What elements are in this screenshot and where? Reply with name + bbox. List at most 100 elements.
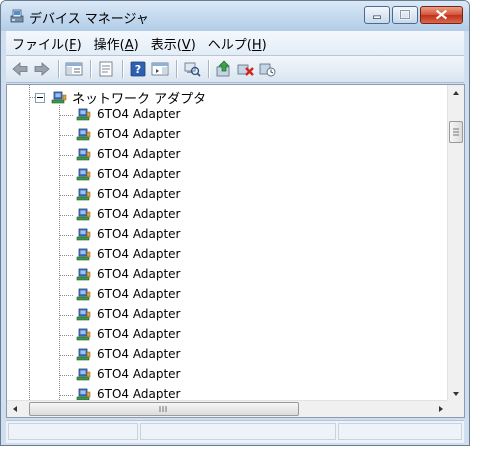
network-adapter-icon xyxy=(76,168,91,181)
tree-item-6to4-adapter[interactable]: 6TO4 Adapter xyxy=(7,345,447,365)
tree-item-6to4-adapter[interactable]: 6TO4 Adapter xyxy=(7,185,447,205)
network-adapter-icon xyxy=(76,228,91,241)
device-manager-icon xyxy=(10,9,24,23)
tree-item-6to4-adapter[interactable]: 6TO4 Adapter xyxy=(7,145,447,165)
menu-help-label: ヘルプ( xyxy=(207,37,252,53)
tree-item-label: 6TO4 Adapter xyxy=(97,287,181,301)
tree-item-6to4-adapter[interactable]: 6TO4 Adapter xyxy=(7,125,447,145)
properties-icon[interactable] xyxy=(96,60,116,78)
vertical-scrollbar[interactable] xyxy=(447,85,464,402)
menu-file-end: ) xyxy=(76,37,82,53)
tree-item-label: 6TO4 Adapter xyxy=(97,107,181,121)
update-driver-icon[interactable] xyxy=(214,60,234,78)
tree-guide-line xyxy=(59,135,73,136)
tree-item-6to4-adapter[interactable]: 6TO4 Adapter xyxy=(7,365,447,385)
caption-buttons xyxy=(364,6,463,25)
tree-guide-line xyxy=(59,355,73,356)
scrollbar-corner xyxy=(447,400,464,417)
tree-item-6to4-adapter[interactable]: 6TO4 Adapter xyxy=(7,225,447,245)
scroll-left-icon[interactable] xyxy=(7,401,23,417)
scroll-up-icon[interactable] xyxy=(448,85,464,101)
menu-help-accelerator: H xyxy=(251,37,262,53)
status-pane xyxy=(338,423,462,440)
device-manager-window: デバイス マネージャ ファイル(F) 操作(A) 表示(V) ヘルプ(H) ? … xyxy=(0,0,470,446)
tree-item-6to4-adapter[interactable]: 6TO4 Adapter xyxy=(7,105,447,125)
tree-item-6to4-adapter[interactable]: 6TO4 Adapter xyxy=(7,285,447,305)
minimize-icon xyxy=(373,15,381,19)
toolbar-separator xyxy=(90,60,92,78)
device-tree[interactable]: ネットワーク アダプタ 6TO4 Adapter 6TO4 Adapter 6TO4… xyxy=(7,85,449,402)
collapse-toggle[interactable] xyxy=(35,93,45,103)
tree-guide-line xyxy=(59,215,73,216)
show-hide-tree-icon[interactable] xyxy=(64,60,84,78)
menu-view-label: 表示( xyxy=(150,37,182,53)
tree-item-label: 6TO4 Adapter xyxy=(97,247,181,261)
tree-item-6to4-adapter[interactable]: 6TO4 Adapter xyxy=(7,305,447,325)
tree-item-label: 6TO4 Adapter xyxy=(97,127,181,141)
tree-guide-line xyxy=(59,315,73,316)
tree-item-6to4-adapter[interactable]: 6TO4 Adapter xyxy=(7,325,447,345)
network-adapter-icon xyxy=(76,268,91,281)
tree-item-label: 6TO4 Adapter xyxy=(97,167,181,181)
horizontal-scrollbar[interactable] xyxy=(7,400,449,417)
show-hide-action-pane-icon[interactable] xyxy=(150,60,170,78)
toolbar-separator xyxy=(58,60,60,78)
horizontal-scroll-thumb[interactable] xyxy=(29,402,299,416)
vertical-scroll-thumb[interactable] xyxy=(449,121,463,143)
menu-view[interactable]: 表示(V) xyxy=(145,34,202,53)
tree-item-label: 6TO4 Adapter xyxy=(97,307,181,321)
tree-item-label: 6TO4 Adapter xyxy=(97,147,181,161)
minimize-button[interactable] xyxy=(364,6,390,24)
tree-item-6to4-adapter[interactable]: 6TO4 Adapter xyxy=(7,205,447,225)
close-button[interactable] xyxy=(420,6,463,24)
status-bar xyxy=(6,420,464,443)
tree-item-6to4-adapter[interactable]: 6TO4 Adapter xyxy=(7,265,447,285)
tree-item-label: 6TO4 Adapter xyxy=(97,207,181,221)
disable-device-icon[interactable] xyxy=(258,60,278,78)
grip-icon xyxy=(453,128,459,136)
back-icon[interactable] xyxy=(10,60,30,78)
maximize-button[interactable] xyxy=(392,6,418,24)
tree-item-6to4-adapter[interactable]: 6TO4 Adapter xyxy=(7,165,447,185)
network-adapter-icon xyxy=(76,288,91,301)
tree-guide-line xyxy=(59,335,73,336)
tree-item-label: 6TO4 Adapter xyxy=(97,347,181,361)
network-adapter-icon xyxy=(76,188,91,201)
maximize-icon xyxy=(399,9,411,20)
network-adapter-icon xyxy=(51,91,67,104)
network-adapter-icon xyxy=(76,248,91,261)
svg-text:?: ? xyxy=(135,63,141,76)
menu-action[interactable]: 操作(A) xyxy=(88,34,145,53)
tree-item-label: 6TO4 Adapter xyxy=(97,327,181,341)
help-icon[interactable]: ? xyxy=(128,60,148,78)
network-adapter-icon xyxy=(76,308,91,321)
tree-guide-line xyxy=(59,175,73,176)
forward-icon[interactable] xyxy=(32,60,52,78)
menu-help-end: ) xyxy=(261,37,267,53)
menu-bar: ファイル(F) 操作(A) 表示(V) ヘルプ(H) xyxy=(6,31,464,56)
network-adapter-icon xyxy=(76,128,91,141)
tree-item-6to4-adapter[interactable]: 6TO4 Adapter xyxy=(7,245,447,265)
toolbar-separator xyxy=(176,60,178,78)
grip-icon xyxy=(159,406,167,412)
tree-guide-line xyxy=(59,195,73,196)
tree-item-label: 6TO4 Adapter xyxy=(97,227,181,241)
menu-action-accelerator: A xyxy=(124,37,134,53)
tree-guide-line xyxy=(59,155,73,156)
tree-item-label: 6TO4 Adapter xyxy=(97,267,181,281)
uninstall-device-icon[interactable] xyxy=(236,60,256,78)
menu-help[interactable]: ヘルプ(H) xyxy=(202,34,273,53)
status-pane xyxy=(8,423,138,440)
tree-guide-line xyxy=(59,235,73,236)
tree-item-label: 6TO4 Adapter xyxy=(97,187,181,201)
tree-guide-line xyxy=(59,375,73,376)
scan-hardware-icon[interactable] xyxy=(182,60,202,78)
menu-view-accelerator: V xyxy=(181,37,191,53)
tree-guide-line xyxy=(59,115,73,116)
title-bar[interactable]: デバイス マネージャ xyxy=(1,1,469,31)
device-tree-panel: ネットワーク アダプタ 6TO4 Adapter 6TO4 Adapter 6TO4… xyxy=(6,84,465,418)
toolbar: ? xyxy=(6,56,464,83)
tree-guide-line xyxy=(59,395,73,396)
menu-view-end: ) xyxy=(190,37,196,53)
menu-file[interactable]: ファイル(F) xyxy=(6,34,88,53)
